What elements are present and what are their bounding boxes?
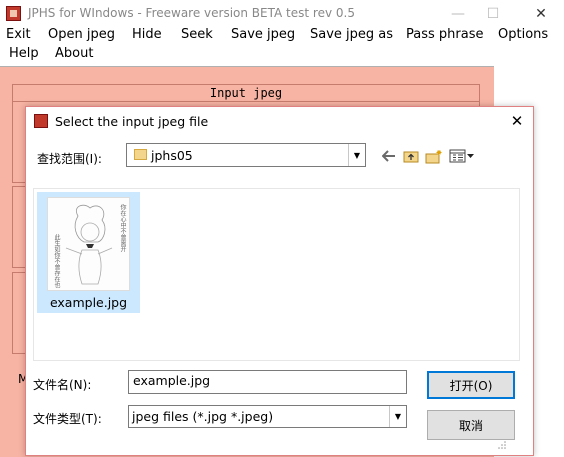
filename-input[interactable]: example.jpg <box>128 370 407 394</box>
menu-pass-phrase[interactable]: Pass phrase <box>406 27 483 42</box>
open-button[interactable]: 打开(O) <box>427 371 515 399</box>
menu-help[interactable]: Help <box>9 46 39 61</box>
close-button[interactable]: ✕ <box>520 0 562 28</box>
folder-icon <box>134 149 147 160</box>
lookin-combo[interactable]: jphs05 ▼ <box>126 143 366 167</box>
menu-seek[interactable]: Seek <box>181 27 213 42</box>
menu-open-jpeg[interactable]: Open jpeg <box>48 27 115 42</box>
file-list[interactable]: 此生如你不曾存在也 你在心中不曾离开 example.jpg <box>33 188 520 361</box>
new-folder-icon[interactable] <box>424 146 444 166</box>
title-bar: JPHS for WIndows - Freeware version BETA… <box>0 0 564 28</box>
filetype-label: 文件类型(T): <box>33 412 102 426</box>
window-title: JPHS for WIndows - Freeware version BETA… <box>28 6 355 20</box>
menu-save-jpeg-as[interactable]: Save jpeg as <box>310 27 393 42</box>
menu-exit[interactable]: Exit <box>6 27 31 42</box>
lookin-label: 查找范围(I): <box>37 152 102 166</box>
menu-bar: Exit Open jpeg Hide Seek Save jpeg Save … <box>0 26 564 66</box>
menu-options[interactable]: Options <box>498 27 548 42</box>
dialog-app-icon <box>34 114 48 128</box>
menu-save-jpeg[interactable]: Save jpeg <box>231 27 295 42</box>
filename-label: 文件名(N): <box>33 378 92 392</box>
chevron-down-icon[interactable]: ▼ <box>389 406 406 427</box>
maximize-button[interactable]: ☐ <box>472 0 514 28</box>
file-name-label: example.jpg <box>49 295 128 310</box>
dialog-title: Select the input jpeg file <box>55 114 209 129</box>
dialog-close-icon[interactable]: ✕ <box>506 110 528 132</box>
filetype-value: jpeg files (*.jpg *.jpeg) <box>132 409 274 424</box>
image-thumbnail: 此生如你不曾存在也 你在心中不曾离开 <box>47 197 130 291</box>
list-item[interactable]: 此生如你不曾存在也 你在心中不曾离开 example.jpg <box>37 192 140 313</box>
thumbnail-caption-left: 此生如你不曾存在也 <box>53 234 60 288</box>
cancel-button[interactable]: 取消 <box>427 410 515 440</box>
menu-hide[interactable]: Hide <box>132 27 162 42</box>
menu-about[interactable]: About <box>55 46 93 61</box>
chevron-down-icon[interactable]: ▼ <box>348 144 365 166</box>
view-menu-icon[interactable] <box>448 146 476 166</box>
up-folder-icon[interactable] <box>401 146 421 166</box>
thumbnail-caption-right: 你在心中不曾离开 <box>119 204 126 252</box>
filetype-combo[interactable]: jpeg files (*.jpg *.jpeg) ▼ <box>128 405 407 428</box>
lookin-value: jphs05 <box>151 148 193 163</box>
app-icon <box>6 6 21 21</box>
back-arrow-icon[interactable] <box>380 146 398 166</box>
input-jpeg-group-title: Input jpeg <box>12 84 480 102</box>
resize-grip-icon[interactable] <box>498 438 506 449</box>
